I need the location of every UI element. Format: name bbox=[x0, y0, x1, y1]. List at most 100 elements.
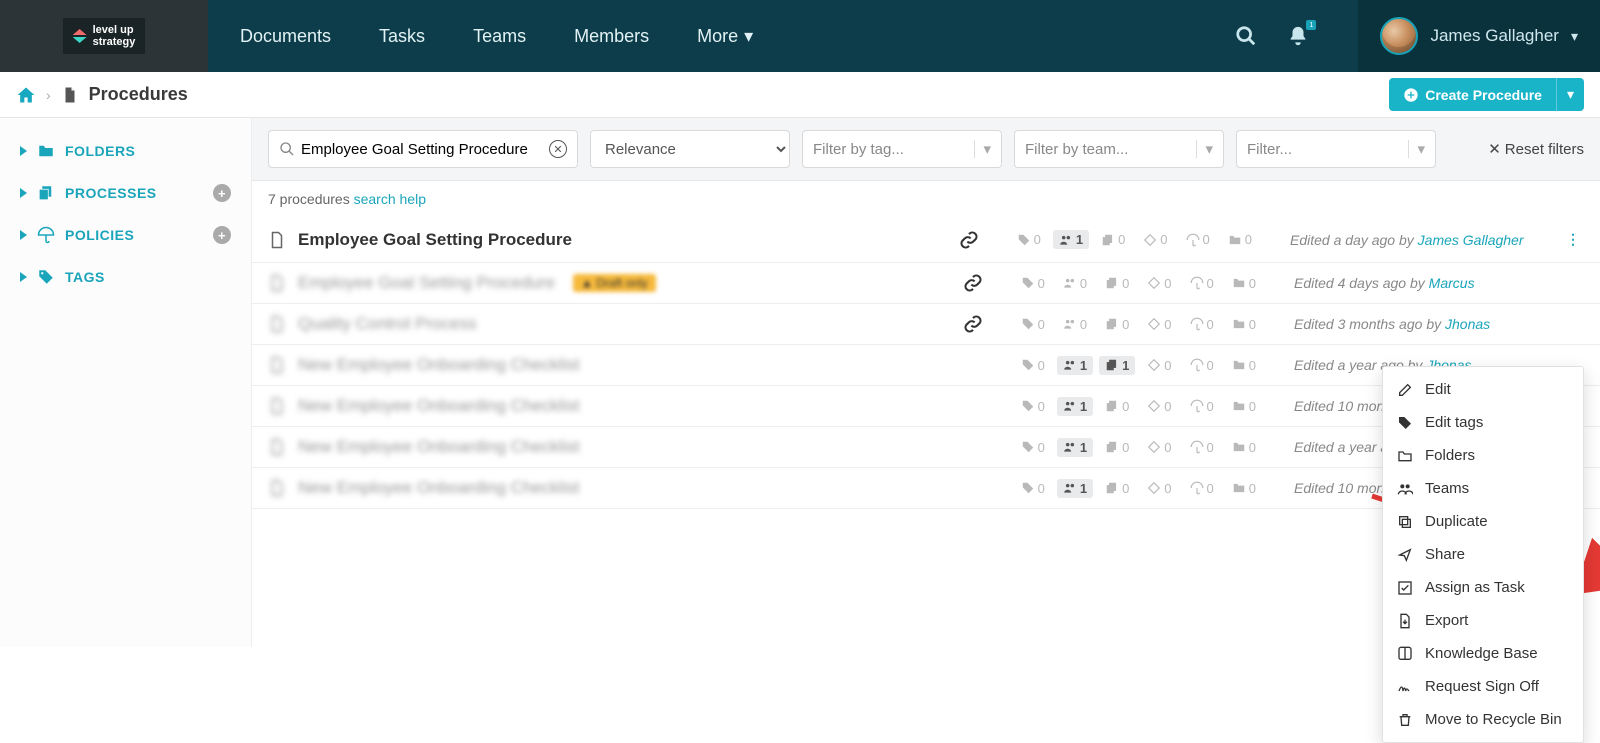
nav-teams[interactable]: Teams bbox=[473, 26, 526, 47]
diamond-chip: 0 bbox=[1141, 397, 1177, 416]
caret-right-icon bbox=[20, 188, 27, 198]
users-icon bbox=[1397, 481, 1415, 497]
tag-filter[interactable]: Filter by tag... ▾ bbox=[802, 130, 1002, 168]
row-more-icon[interactable]: ⋮ bbox=[1562, 227, 1584, 252]
search-input[interactable] bbox=[295, 141, 549, 158]
edited-info: Edited a day ago by James Gallagher bbox=[1290, 232, 1550, 248]
users-chip: 1 bbox=[1057, 479, 1093, 498]
nav-members[interactable]: Members bbox=[574, 26, 649, 47]
nav-tasks[interactable]: Tasks bbox=[379, 26, 425, 47]
ctx-export[interactable]: Export bbox=[1383, 604, 1583, 637]
topbar-right: 1 James Gallagher ▾ bbox=[1234, 0, 1600, 72]
user-menu[interactable]: James Gallagher ▾ bbox=[1358, 0, 1600, 72]
sidebar-policies-label: POLICIES bbox=[65, 227, 134, 243]
tag-icon bbox=[1397, 415, 1415, 431]
copies-chip: 0 bbox=[1099, 274, 1135, 293]
sort-select[interactable]: Relevance bbox=[590, 130, 790, 168]
ctx-knowledge-base[interactable]: Knowledge Base bbox=[1383, 637, 1583, 670]
edited-author[interactable]: Jhonas bbox=[1445, 316, 1490, 332]
ctx-recycle[interactable]: Move to Recycle Bin bbox=[1383, 703, 1583, 736]
copies-chip: 0 bbox=[1099, 315, 1135, 334]
create-procedure-dropdown[interactable]: ▾ bbox=[1556, 78, 1584, 111]
procedure-row[interactable]: Employee Goal Setting Procedure 0 1 0 0 … bbox=[252, 217, 1600, 263]
diamond-chip: 0 bbox=[1141, 438, 1177, 457]
search-help-link[interactable]: search help bbox=[354, 191, 426, 207]
ctx-request-signoff[interactable]: Request Sign Off bbox=[1383, 670, 1583, 703]
meta-chips: 0 1 0 0 0 0 bbox=[1011, 230, 1258, 249]
filter-bar: ✕ Relevance Filter by tag... ▾ Filter by… bbox=[252, 118, 1600, 181]
umbrella-chip: 0 bbox=[1184, 315, 1220, 334]
procedure-row[interactable]: Quality Control Process 0 0 0 0 0 0 Edit… bbox=[252, 304, 1600, 345]
sidebar-tags[interactable]: TAGS bbox=[0, 256, 251, 298]
share-icon bbox=[1397, 547, 1415, 563]
notification-badge: 1 bbox=[1306, 20, 1316, 30]
ctx-folders[interactable]: Folders bbox=[1383, 439, 1583, 472]
reset-filters[interactable]: ✕ Reset filters bbox=[1488, 140, 1584, 158]
diamond-chip: 0 bbox=[1141, 479, 1177, 498]
nav-documents[interactable]: Documents bbox=[240, 26, 331, 47]
edited-author[interactable]: Marcus bbox=[1429, 275, 1475, 291]
ctx-assign-task[interactable]: Assign as Task bbox=[1383, 571, 1583, 604]
folder-chip: 0 bbox=[1222, 230, 1258, 249]
sidebar-processes[interactable]: PROCESSES + bbox=[0, 172, 251, 214]
link-icon bbox=[959, 230, 979, 250]
page-title: Procedures bbox=[89, 84, 188, 105]
edited-author[interactable]: James Gallagher bbox=[1418, 232, 1524, 248]
document-icon bbox=[268, 438, 286, 456]
logo-area[interactable]: level up strategy bbox=[0, 0, 208, 72]
generic-filter[interactable]: Filter... ▾ bbox=[1236, 130, 1436, 168]
meta-chips: 0 1 0 0 0 0 bbox=[1015, 397, 1262, 416]
breadcrumb: › Procedures bbox=[16, 84, 188, 105]
copies-chip: 1 bbox=[1099, 356, 1135, 375]
main-content: ✕ Relevance Filter by tag... ▾ Filter by… bbox=[252, 118, 1600, 647]
procedure-row[interactable]: Employee Goal Setting Procedure ▲ Draft … bbox=[252, 263, 1600, 304]
plus-circle-icon bbox=[1403, 87, 1419, 103]
add-process-button[interactable]: + bbox=[213, 184, 231, 202]
home-icon[interactable] bbox=[16, 85, 36, 105]
logo-glyph bbox=[73, 29, 87, 43]
meta-chips: 0 0 0 0 0 0 bbox=[1015, 274, 1262, 293]
umbrella-chip: 0 bbox=[1180, 230, 1216, 249]
ctx-teams[interactable]: Teams bbox=[1383, 472, 1583, 505]
sidebar-folders[interactable]: FOLDERS bbox=[0, 130, 251, 172]
sidebar-folders-label: FOLDERS bbox=[65, 143, 135, 159]
ctx-share[interactable]: Share bbox=[1383, 538, 1583, 571]
checkbox-icon bbox=[1397, 580, 1415, 596]
clear-search-icon[interactable]: ✕ bbox=[549, 140, 567, 158]
document-icon bbox=[268, 397, 286, 415]
link-icon bbox=[963, 314, 983, 334]
sidebar-tags-label: TAGS bbox=[65, 269, 105, 285]
copies-chip: 0 bbox=[1099, 479, 1135, 498]
result-count-row: 7 procedures search help bbox=[252, 181, 1600, 217]
folder-chip: 0 bbox=[1226, 438, 1262, 457]
tag-chip: 0 bbox=[1015, 274, 1051, 293]
users-chip: 1 bbox=[1057, 397, 1093, 416]
ctx-edit-tags[interactable]: Edit tags bbox=[1383, 406, 1583, 439]
meta-chips: 0 1 0 0 0 0 bbox=[1015, 438, 1262, 457]
chevron-down-icon: ▾ bbox=[1571, 28, 1578, 45]
edit-icon bbox=[1397, 382, 1415, 398]
ctx-edit[interactable]: Edit bbox=[1383, 373, 1583, 406]
search-input-wrap[interactable]: ✕ bbox=[268, 130, 578, 168]
procedure-name: New Employee Onboarding Checklist bbox=[298, 396, 580, 416]
link-icon bbox=[963, 273, 983, 293]
notifications-icon[interactable]: 1 bbox=[1286, 24, 1310, 48]
trash-icon bbox=[1397, 712, 1415, 728]
folder-chip: 0 bbox=[1226, 479, 1262, 498]
folder-icon bbox=[1397, 448, 1415, 464]
caret-right-icon bbox=[20, 146, 27, 156]
diamond-chip: 0 bbox=[1141, 356, 1177, 375]
search-icon[interactable] bbox=[1234, 24, 1258, 48]
meta-chips: 0 0 0 0 0 0 bbox=[1015, 315, 1262, 334]
sidebar-policies[interactable]: POLICIES + bbox=[0, 214, 251, 256]
meta-chips: 0 1 0 0 0 0 bbox=[1015, 479, 1262, 498]
brand-logo: level up strategy bbox=[63, 18, 146, 54]
nav-more[interactable]: More▾ bbox=[697, 26, 753, 47]
search-icon bbox=[279, 141, 295, 157]
document-icon bbox=[268, 315, 286, 333]
ctx-duplicate[interactable]: Duplicate bbox=[1383, 505, 1583, 538]
team-filter[interactable]: Filter by team... ▾ bbox=[1014, 130, 1224, 168]
umbrella-icon bbox=[37, 226, 55, 244]
add-policy-button[interactable]: + bbox=[213, 226, 231, 244]
create-procedure-main[interactable]: Create Procedure bbox=[1389, 78, 1556, 111]
